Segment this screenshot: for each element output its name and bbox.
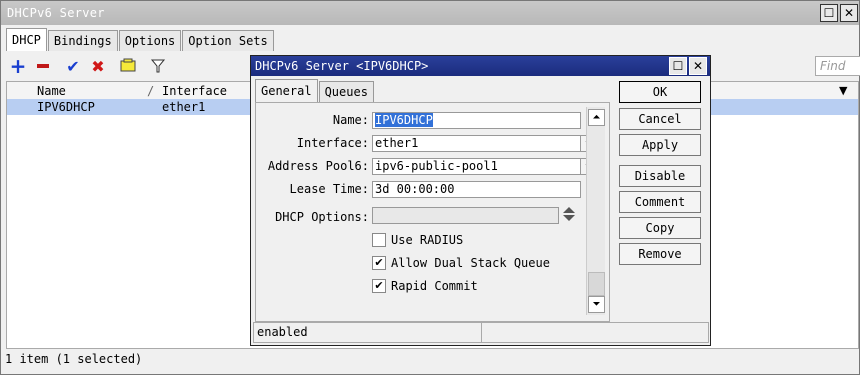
scroll-up-icon[interactable]: ⏶: [588, 109, 605, 126]
dialog-status: enabled: [253, 322, 483, 343]
window-titlebar[interactable]: DHCPv6 Server ☐ ✕: [1, 1, 859, 25]
panel-scrollbar[interactable]: ⏶ ⏷: [586, 107, 605, 315]
column-interface[interactable]: Interface: [162, 84, 227, 98]
column-name[interactable]: Name: [37, 84, 66, 98]
use-radius-label: Use RADIUS: [391, 233, 464, 247]
scroll-thumb[interactable]: [588, 272, 605, 296]
disable-icon[interactable]: ✖: [88, 56, 108, 76]
dialog-tabs: General Queues: [255, 79, 375, 102]
pool-select[interactable]: ipv6-public-pool1: [372, 158, 581, 175]
tab-dhcp[interactable]: DHCP: [6, 28, 47, 51]
dhcp-options-field[interactable]: [372, 207, 559, 224]
cell-name: IPV6DHCP: [37, 100, 95, 114]
restore-icon[interactable]: ☐: [820, 4, 838, 22]
general-panel: Name: IPV6DHCP Interface: ether1 ⏷ Addre…: [255, 102, 610, 322]
apply-button[interactable]: Apply: [619, 134, 701, 156]
copy-button[interactable]: Copy: [619, 217, 701, 239]
dialog-titlebar[interactable]: DHCPv6 Server <IPV6DHCP> ☐ ✕: [251, 56, 710, 76]
interface-select[interactable]: ether1: [372, 135, 581, 152]
dialog-title: DHCPv6 Server <IPV6DHCP>: [255, 59, 429, 73]
cancel-button[interactable]: Cancel: [619, 108, 701, 130]
allow-dual-stack-queue-label: Allow Dual Stack Queue: [391, 256, 550, 270]
cell-interface: ether1: [162, 100, 206, 114]
column-menu-icon[interactable]: ▼: [839, 84, 847, 97]
options-label: DHCP Options:: [275, 210, 369, 224]
use-radius-checkbox[interactable]: [372, 233, 386, 247]
name-label: Name:: [332, 113, 369, 127]
ok-button[interactable]: OK: [619, 81, 701, 103]
remove-button[interactable]: Remove: [619, 243, 701, 265]
dialog-close-icon[interactable]: ✕: [689, 57, 707, 75]
tab-options[interactable]: Options: [118, 30, 182, 51]
status-bar: 1 item (1 selected): [5, 352, 143, 366]
dialog-restore-icon[interactable]: ☐: [669, 57, 687, 75]
name-field[interactable]: IPV6DHCP: [372, 112, 581, 129]
allow-dual-stack-queue-checkbox[interactable]: ✔: [372, 256, 386, 270]
scroll-down-icon[interactable]: ⏷: [588, 296, 605, 313]
name-value: IPV6DHCP: [375, 113, 433, 127]
dhcpv6-server-dialog: DHCPv6 Server <IPV6DHCP> ☐ ✕ General Que…: [250, 55, 711, 346]
tab-option-sets[interactable]: Option Sets: [182, 30, 274, 51]
enable-icon[interactable]: ✔: [63, 56, 83, 76]
dialog-status-secondary: [481, 322, 709, 343]
options-updown-icon[interactable]: [562, 204, 576, 224]
rapid-commit-label: Rapid Commit: [391, 279, 478, 293]
tab-bindings[interactable]: Bindings: [47, 30, 118, 51]
remove-icon[interactable]: [33, 56, 53, 76]
comment-icon[interactable]: [118, 56, 138, 76]
lease-time-field[interactable]: 3d 00:00:00: [372, 181, 581, 198]
lease-label: Lease Time:: [289, 182, 369, 196]
add-icon[interactable]: +: [8, 54, 28, 78]
pool-label: Address Pool6:: [267, 159, 369, 173]
find-input[interactable]: Find: [815, 56, 860, 76]
comment-button[interactable]: Comment: [619, 191, 701, 213]
window-title: DHCPv6 Server: [7, 6, 105, 20]
main-tabs: DHCP Bindings Options Option Sets: [6, 28, 275, 52]
filter-icon[interactable]: [148, 56, 168, 76]
sort-indicator: /: [147, 84, 155, 98]
close-icon[interactable]: ✕: [840, 4, 858, 22]
rapid-commit-checkbox[interactable]: ✔: [372, 279, 386, 293]
tab-general[interactable]: General: [255, 79, 318, 102]
interface-label: Interface:: [296, 136, 369, 150]
disable-button[interactable]: Disable: [619, 165, 701, 187]
tab-queues[interactable]: Queues: [318, 81, 374, 102]
